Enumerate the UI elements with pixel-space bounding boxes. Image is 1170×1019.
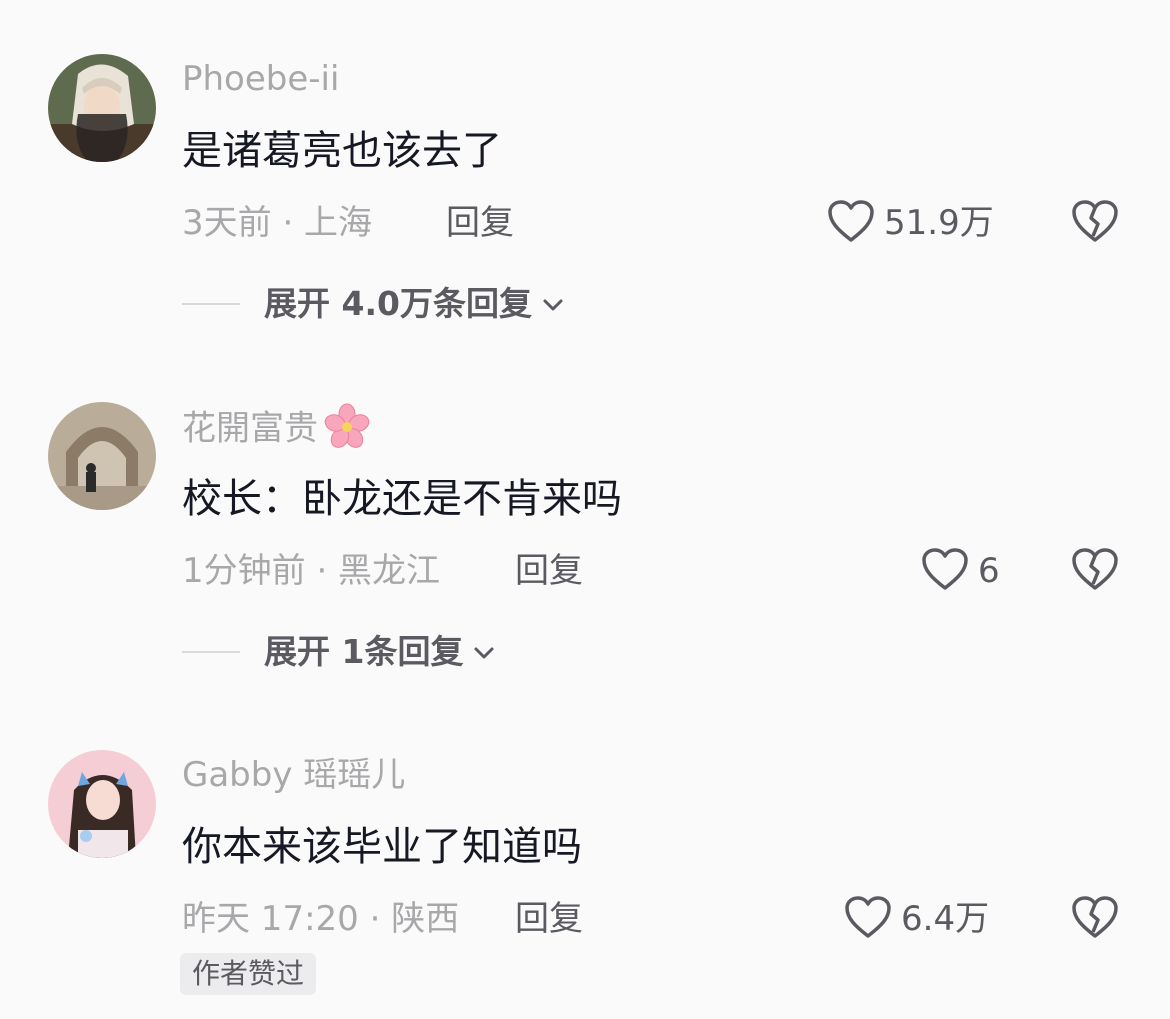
dislike-button[interactable] xyxy=(1070,894,1120,940)
expand-replies-button[interactable]: 展开 1条回复 xyxy=(182,632,495,672)
broken-heart-icon xyxy=(1070,200,1120,248)
username-text: 花開富贵 xyxy=(182,408,318,449)
chevron-down-icon xyxy=(542,297,564,311)
broken-heart-icon xyxy=(1070,896,1120,944)
broken-heart-icon xyxy=(1070,548,1120,596)
expand-replies-label: 展开 4.0万条回复 xyxy=(264,284,532,323)
heart-outline-icon xyxy=(920,546,970,596)
like-button[interactable]: 51.9万 xyxy=(826,198,994,248)
reply-button[interactable]: 回复 xyxy=(515,551,583,591)
like-count: 51.9万 xyxy=(884,203,994,243)
divider xyxy=(182,303,240,305)
like-button[interactable]: 6 xyxy=(920,546,1000,596)
comment-meta: 昨天 17:20 · 陕西 xyxy=(182,899,460,939)
username[interactable]: Phoebe-ii xyxy=(182,59,339,99)
avatar[interactable] xyxy=(48,54,156,162)
comment-text: 你本来该毕业了知道吗 xyxy=(182,824,582,870)
reply-button[interactable]: 回复 xyxy=(446,203,514,243)
like-count: 6.4万 xyxy=(901,899,990,939)
avatar[interactable] xyxy=(48,750,156,858)
like-button[interactable]: 6.4万 xyxy=(843,894,989,944)
reply-button[interactable]: 回复 xyxy=(515,899,583,939)
avatar[interactable] xyxy=(48,402,156,510)
comment-meta: 3天前 · 上海 xyxy=(182,203,373,243)
chevron-down-icon xyxy=(473,645,495,659)
username[interactable]: 花開富贵 xyxy=(182,403,370,453)
comment-text: 是诸葛亮也该去了 xyxy=(182,128,502,174)
author-liked-badge: 作者赞过 xyxy=(180,953,317,995)
heart-outline-icon xyxy=(826,198,876,248)
username[interactable]: Gabby 瑶瑶儿 xyxy=(182,755,405,795)
dislike-button[interactable] xyxy=(1070,198,1120,244)
dislike-button[interactable] xyxy=(1070,546,1120,592)
like-count: 6 xyxy=(978,551,1000,591)
cherry-blossom-emoji xyxy=(324,403,370,449)
expand-replies-label: 展开 1条回复 xyxy=(264,632,464,671)
expand-replies-button[interactable]: 展开 4.0万条回复 xyxy=(182,284,564,324)
heart-outline-icon xyxy=(843,894,893,944)
comment-meta: 1分钟前 · 黑龙江 xyxy=(182,551,441,591)
divider xyxy=(182,651,240,653)
comment-text: 校长：卧龙还是不肯来吗 xyxy=(182,476,622,522)
